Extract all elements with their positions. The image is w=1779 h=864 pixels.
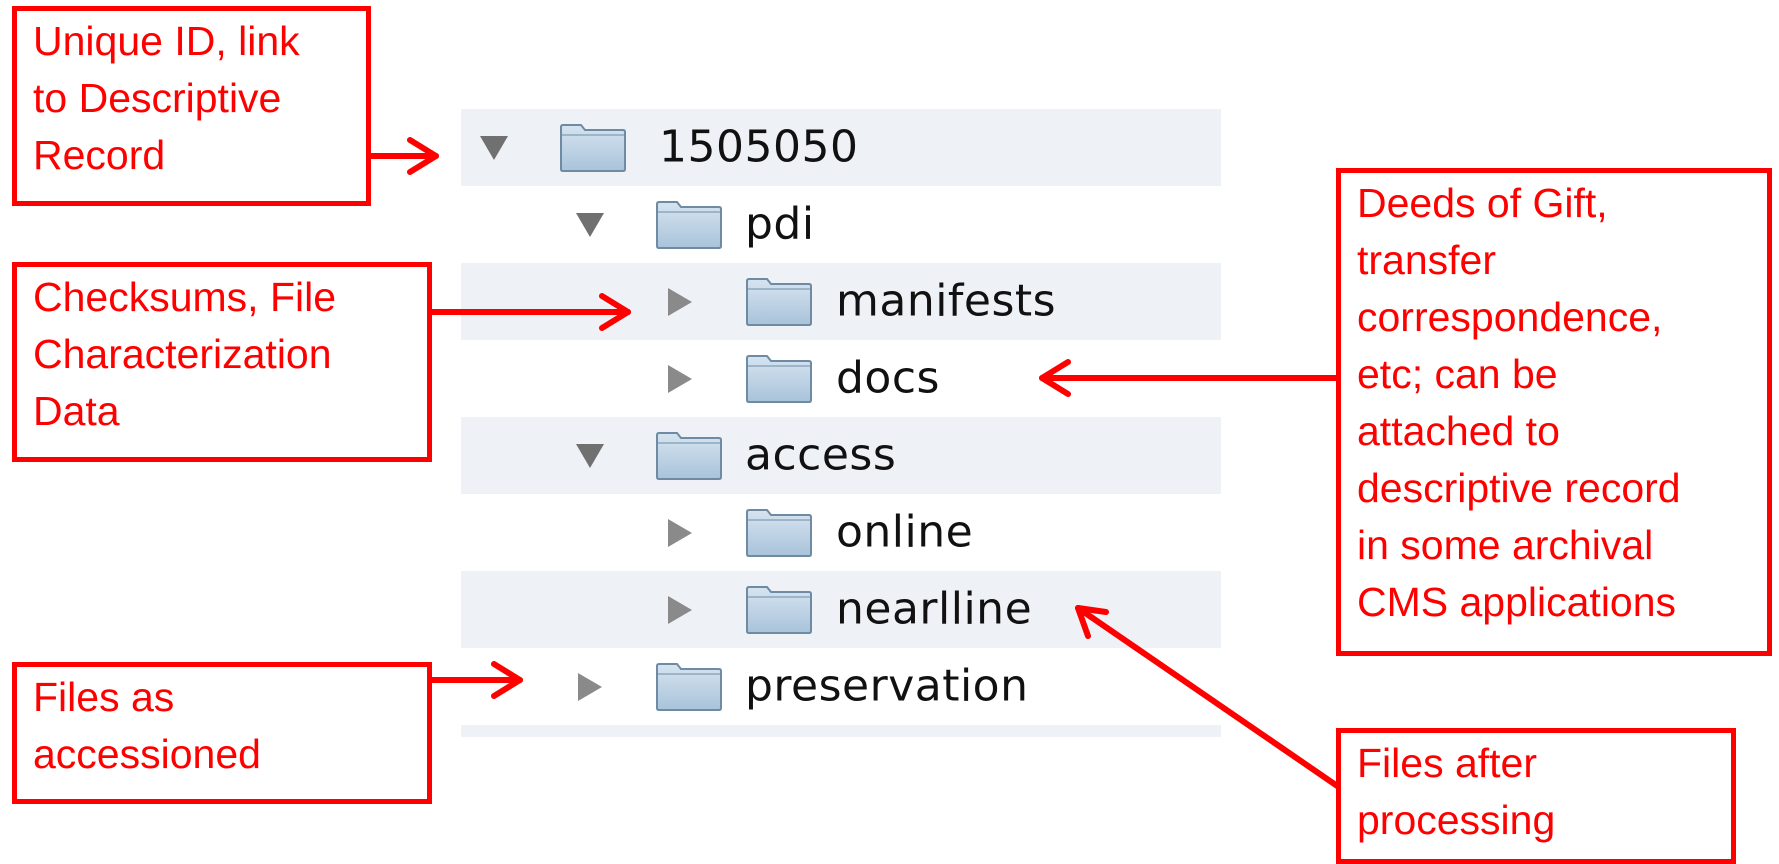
- callout-line: descriptive record: [1357, 465, 1681, 511]
- arrow-files-accessioned: [429, 661, 523, 699]
- callout-line: Data: [33, 388, 120, 434]
- callout-line: Files after: [1357, 740, 1537, 786]
- callout-line: Record: [33, 132, 166, 178]
- arrow-files-after: [1075, 605, 1349, 795]
- callout-unique-id: Unique ID, link to Descriptive Record: [12, 6, 371, 206]
- callout-line: Characterization: [33, 331, 332, 377]
- callout-line: Files as: [33, 674, 175, 720]
- callout-line: Checksums, File: [33, 274, 337, 320]
- callout-line: correspondence,: [1357, 294, 1663, 340]
- arrow-deeds: [1039, 359, 1341, 397]
- arrow-checksums: [427, 293, 631, 331]
- callout-deeds: Deeds of Gift, transfer correspondence, …: [1336, 168, 1772, 656]
- callout-files-accessioned: Files as accessioned: [12, 662, 432, 804]
- callout-line: in some archival: [1357, 522, 1654, 568]
- callout-line: Deeds of Gift,: [1357, 180, 1608, 226]
- callout-line: transfer: [1357, 237, 1496, 283]
- callout-line: accessioned: [33, 731, 261, 777]
- callout-line: attached to: [1357, 408, 1560, 454]
- callout-line: processing: [1357, 797, 1556, 843]
- callout-files-after: Files after processing: [1336, 728, 1736, 864]
- callout-checksums: Checksums, File Characterization Data: [12, 262, 432, 462]
- callout-line: to Descriptive: [33, 75, 282, 121]
- callout-line: Unique ID, link: [33, 18, 300, 64]
- arrow-unique-id: [365, 137, 439, 175]
- callout-line: CMS applications: [1357, 579, 1677, 625]
- callout-line: etc; can be: [1357, 351, 1558, 397]
